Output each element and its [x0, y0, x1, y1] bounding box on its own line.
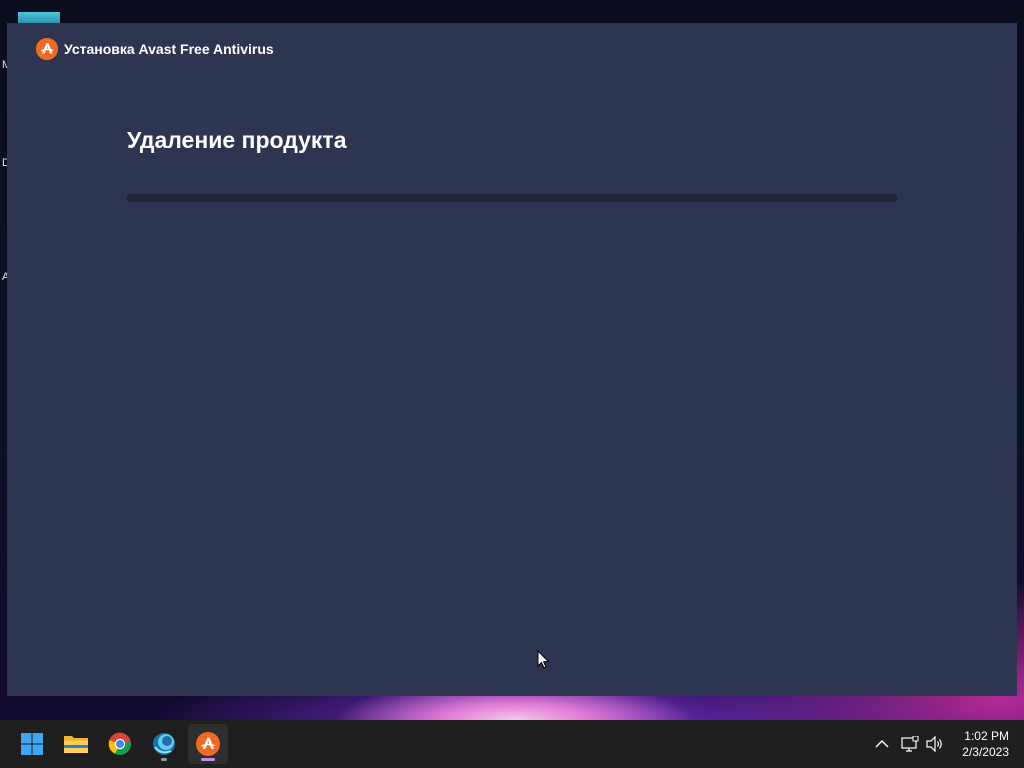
chrome-icon — [108, 732, 131, 755]
app-button[interactable] — [144, 724, 184, 764]
network-icon[interactable] — [900, 734, 920, 754]
avast-taskbar-button[interactable] — [188, 724, 228, 764]
chrome-button[interactable] — [100, 724, 140, 764]
start-button[interactable] — [12, 724, 52, 764]
installer-window: Установка Avast Free Antivirus Удаление … — [7, 23, 1017, 696]
window-title: Установка Avast Free Antivirus — [64, 41, 274, 57]
chevron-up-icon[interactable] — [872, 734, 892, 754]
active-indicator — [201, 758, 215, 761]
page-heading: Удаление продукта — [127, 127, 347, 153]
volume-icon[interactable] — [925, 734, 945, 754]
folder-icon — [64, 736, 88, 753]
avast-icon — [196, 732, 220, 756]
windows-logo-icon — [21, 733, 43, 755]
mouse-cursor-icon — [537, 650, 550, 669]
uninstall-progress-bar — [127, 194, 897, 202]
running-indicator — [161, 758, 167, 761]
system-clock[interactable]: 1:02 PM 2/3/2023 — [962, 728, 1009, 760]
clock-time: 1:02 PM — [964, 729, 1009, 743]
clock-date: 2/3/2023 — [962, 745, 1009, 759]
globe-app-icon — [153, 733, 175, 755]
title-bar[interactable]: Установка Avast Free Antivirus — [7, 23, 1017, 75]
avast-logo-icon — [36, 38, 58, 60]
taskbar: 1:02 PM 2/3/2023 — [0, 720, 1024, 768]
file-explorer-button[interactable] — [56, 724, 96, 764]
